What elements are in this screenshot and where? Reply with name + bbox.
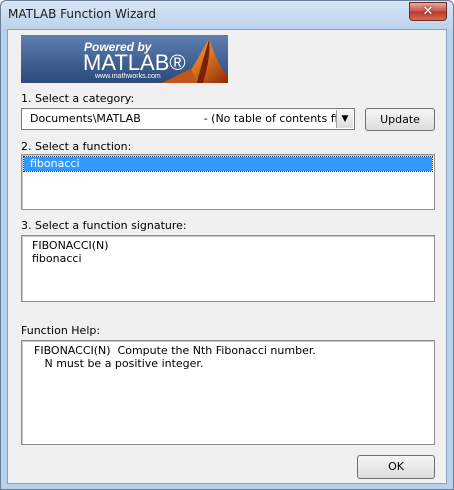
list-item[interactable]: FIBONACCI(N) xyxy=(32,239,109,252)
logo-url: www.mathworks.com xyxy=(95,73,161,80)
window-title: MATLAB Function Wizard xyxy=(8,7,156,21)
category-dropdown[interactable]: Documents\MATLAB - (No table of contents… xyxy=(21,108,355,130)
update-button[interactable]: Update xyxy=(365,108,435,131)
help-text-line: FIBONACCI(N) Compute the Nth Fibonacci n… xyxy=(34,344,316,357)
matlab-logo: Powered by MATLAB® www.mathworks.com xyxy=(21,35,228,83)
function-help-label: Function Help: xyxy=(21,324,101,337)
ok-button[interactable]: OK xyxy=(357,455,435,479)
matlab-function-wizard-window: MATLAB Function Wizard ✕ Powered by MATL… xyxy=(0,0,454,490)
category-selected-value: Documents\MATLAB - (No table of contents… xyxy=(30,112,352,125)
function-label: 2. Select a function: xyxy=(21,140,132,153)
function-help-textbox[interactable]: FIBONACCI(N) Compute the Nth Fibonacci n… xyxy=(21,340,435,445)
title-bar[interactable]: MATLAB Function Wizard ✕ xyxy=(1,1,453,29)
list-item[interactable]: fibonacci xyxy=(32,252,82,265)
signature-listbox[interactable]: FIBONACCI(N) fibonacci xyxy=(21,235,435,302)
dialog-body: Powered by MATLAB® www.mathworks.com 1. … xyxy=(7,29,447,484)
list-item[interactable]: fibonacci xyxy=(23,156,433,172)
chevron-down-icon: ▼ xyxy=(341,114,349,124)
dropdown-arrow-button[interactable]: ▼ xyxy=(336,110,353,128)
signature-label: 3. Select a function signature: xyxy=(21,219,187,232)
category-label: 1. Select a category: xyxy=(21,92,135,105)
close-icon: ✕ xyxy=(422,4,434,19)
function-listbox[interactable]: fibonacci xyxy=(21,154,435,210)
close-button[interactable]: ✕ xyxy=(409,2,447,21)
help-text-line: N must be a positive integer. xyxy=(34,357,204,370)
